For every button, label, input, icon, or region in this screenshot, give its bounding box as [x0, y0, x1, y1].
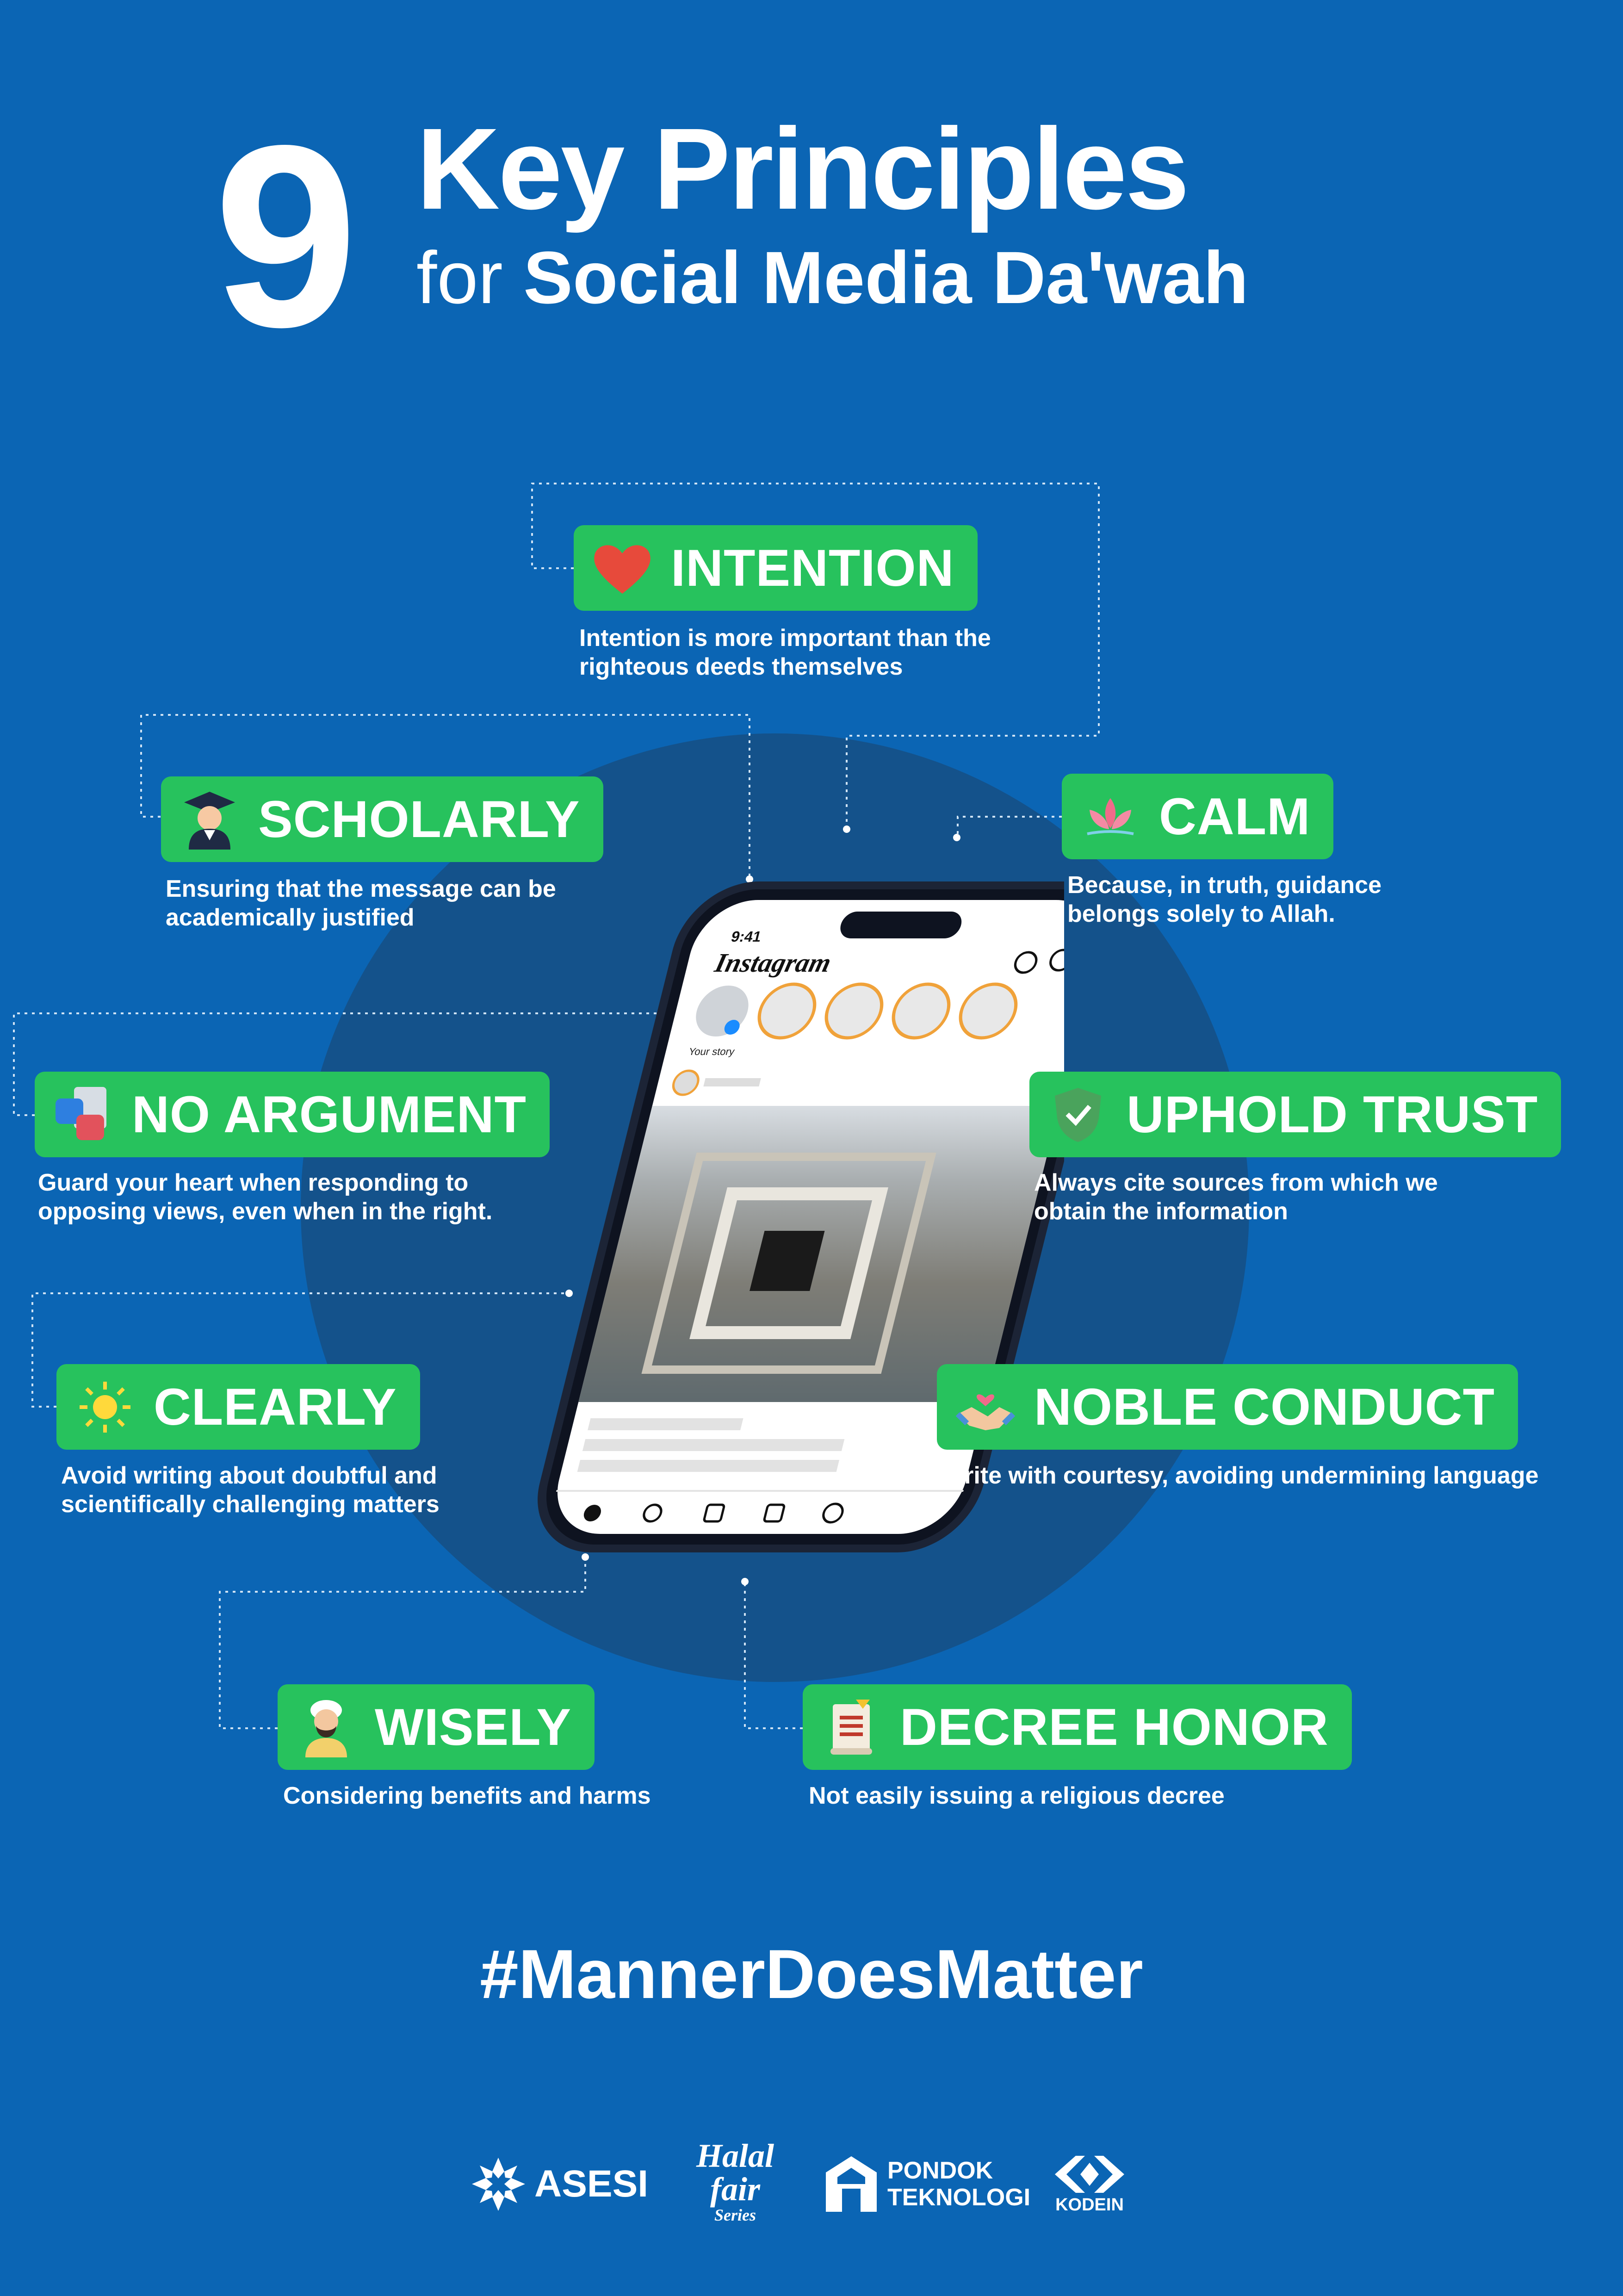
- kodein-logo-text: KODEIN: [1055, 2195, 1124, 2215]
- principle-desc-clearly: Avoid writing about doubtful and scienti…: [61, 1461, 440, 1519]
- principle-desc-uphold-trust: Always cite sources from which we obtain…: [1034, 1168, 1438, 1226]
- principle-label: CLEARLY: [154, 1378, 397, 1436]
- kodein-logo: KODEIN: [1050, 2147, 1129, 2221]
- principle-desc-no-argument: Guard your heart when responding to oppo…: [38, 1168, 492, 1226]
- halal-fair-logo: Halal fair Series: [696, 2128, 774, 2235]
- series-logo-text: Series: [714, 2206, 756, 2224]
- desc-line: opposing views, even when in the right.: [38, 1198, 493, 1225]
- principle-desc-scholarly: Ensuring that the message can be academi…: [166, 875, 556, 932]
- your-story-label: Your story: [688, 1046, 736, 1057]
- desc-line: scientifically challenging matters: [61, 1491, 440, 1518]
- pondok-house-icon: [826, 2156, 877, 2212]
- fair-logo-text: fair: [710, 2171, 760, 2208]
- principle-label: CALM: [1159, 788, 1311, 845]
- teknologi-logo-text: TEKNOLOGI: [887, 2184, 1031, 2211]
- principle-noble-conduct: NOBLE CONDUCT: [937, 1364, 1518, 1450]
- halal-logo-text: Halal: [696, 2137, 774, 2174]
- kodein-chevron-icon: [1055, 2155, 1124, 2193]
- graduate-icon: [180, 789, 240, 850]
- phone-app-name: Instagram: [712, 948, 834, 978]
- principle-desc-intention: Intention is more important than the rig…: [579, 624, 991, 681]
- desc-line: belongs solely to Allah.: [1067, 900, 1335, 927]
- asesi-logo: ASESI: [470, 2147, 648, 2221]
- principle-no-argument: NO ARGUMENT: [35, 1072, 550, 1157]
- desc-line: righteous deeds themselves: [579, 653, 903, 680]
- principle-label: NOBLE CONDUCT: [1034, 1378, 1495, 1436]
- sun-icon: [75, 1377, 135, 1437]
- desc-line: Ensuring that the message can be: [166, 875, 556, 902]
- principle-desc-decree-honor: Not easily issuing a religious decree: [809, 1781, 1225, 1810]
- lotus-icon: [1080, 787, 1140, 847]
- principle-uphold-trust: UPHOLD TRUST: [1029, 1072, 1561, 1157]
- hashtag: #MannerDoesMatter: [480, 1935, 1143, 2013]
- principle-label: NO ARGUMENT: [132, 1086, 527, 1143]
- principle-label: SCHOLARLY: [258, 790, 580, 848]
- principle-wisely: WISELY: [278, 1684, 595, 1770]
- desc-line: Avoid writing about doubtful and: [61, 1462, 437, 1489]
- principle-label: WISELY: [375, 1698, 572, 1756]
- principle-decree-honor: DECREE HONOR: [803, 1684, 1352, 1770]
- principle-intention: INTENTION: [574, 525, 978, 611]
- desc-line: Considering benefits and harms: [283, 1782, 651, 1809]
- principle-label: DECREE HONOR: [900, 1698, 1329, 1756]
- desc-line: Intention is more important than the: [579, 625, 991, 652]
- principle-desc-calm: Because, in truth, guidance belongs sole…: [1067, 871, 1381, 928]
- desc-line: Guard your heart when responding to: [38, 1169, 469, 1196]
- principle-scholarly: SCHOLARLY: [161, 776, 603, 862]
- asesi-logo-text: ASESI: [534, 2163, 649, 2205]
- handshake-icon: [955, 1377, 1016, 1437]
- desc-line: academically justified: [166, 904, 415, 931]
- desc-line: Because, in truth, guidance: [1067, 872, 1382, 899]
- principle-label: UPHOLD TRUST: [1127, 1086, 1538, 1143]
- debate-icon: [53, 1085, 113, 1145]
- principle-calm: CALM: [1062, 774, 1334, 859]
- shield-icon: [1048, 1085, 1108, 1145]
- principle-label: INTENTION: [671, 539, 954, 597]
- desc-line: obtain the information: [1034, 1198, 1288, 1225]
- heart-icon: [592, 538, 652, 598]
- pondok-logo-text: PONDOK: [887, 2157, 993, 2184]
- scroll-icon: [821, 1697, 881, 1757]
- pondok-teknologi-logo: PONDOK TEKNOLOGI: [824, 2147, 1030, 2221]
- principle-desc-wisely: Considering benefits and harms: [283, 1781, 651, 1810]
- desc-line: Not easily issuing a religious decree: [809, 1782, 1225, 1809]
- principle-desc-noble-conduct: Write with courtesy, avoiding underminin…: [942, 1461, 1539, 1490]
- phone-time: 9:41: [730, 928, 763, 944]
- asesi-emblem-icon: [472, 2157, 525, 2211]
- principle-clearly: CLEARLY: [56, 1364, 420, 1450]
- desc-line: Write with courtesy, avoiding underminin…: [942, 1462, 1539, 1489]
- desc-line: Always cite sources from which we: [1034, 1169, 1438, 1196]
- elder-icon: [296, 1697, 356, 1757]
